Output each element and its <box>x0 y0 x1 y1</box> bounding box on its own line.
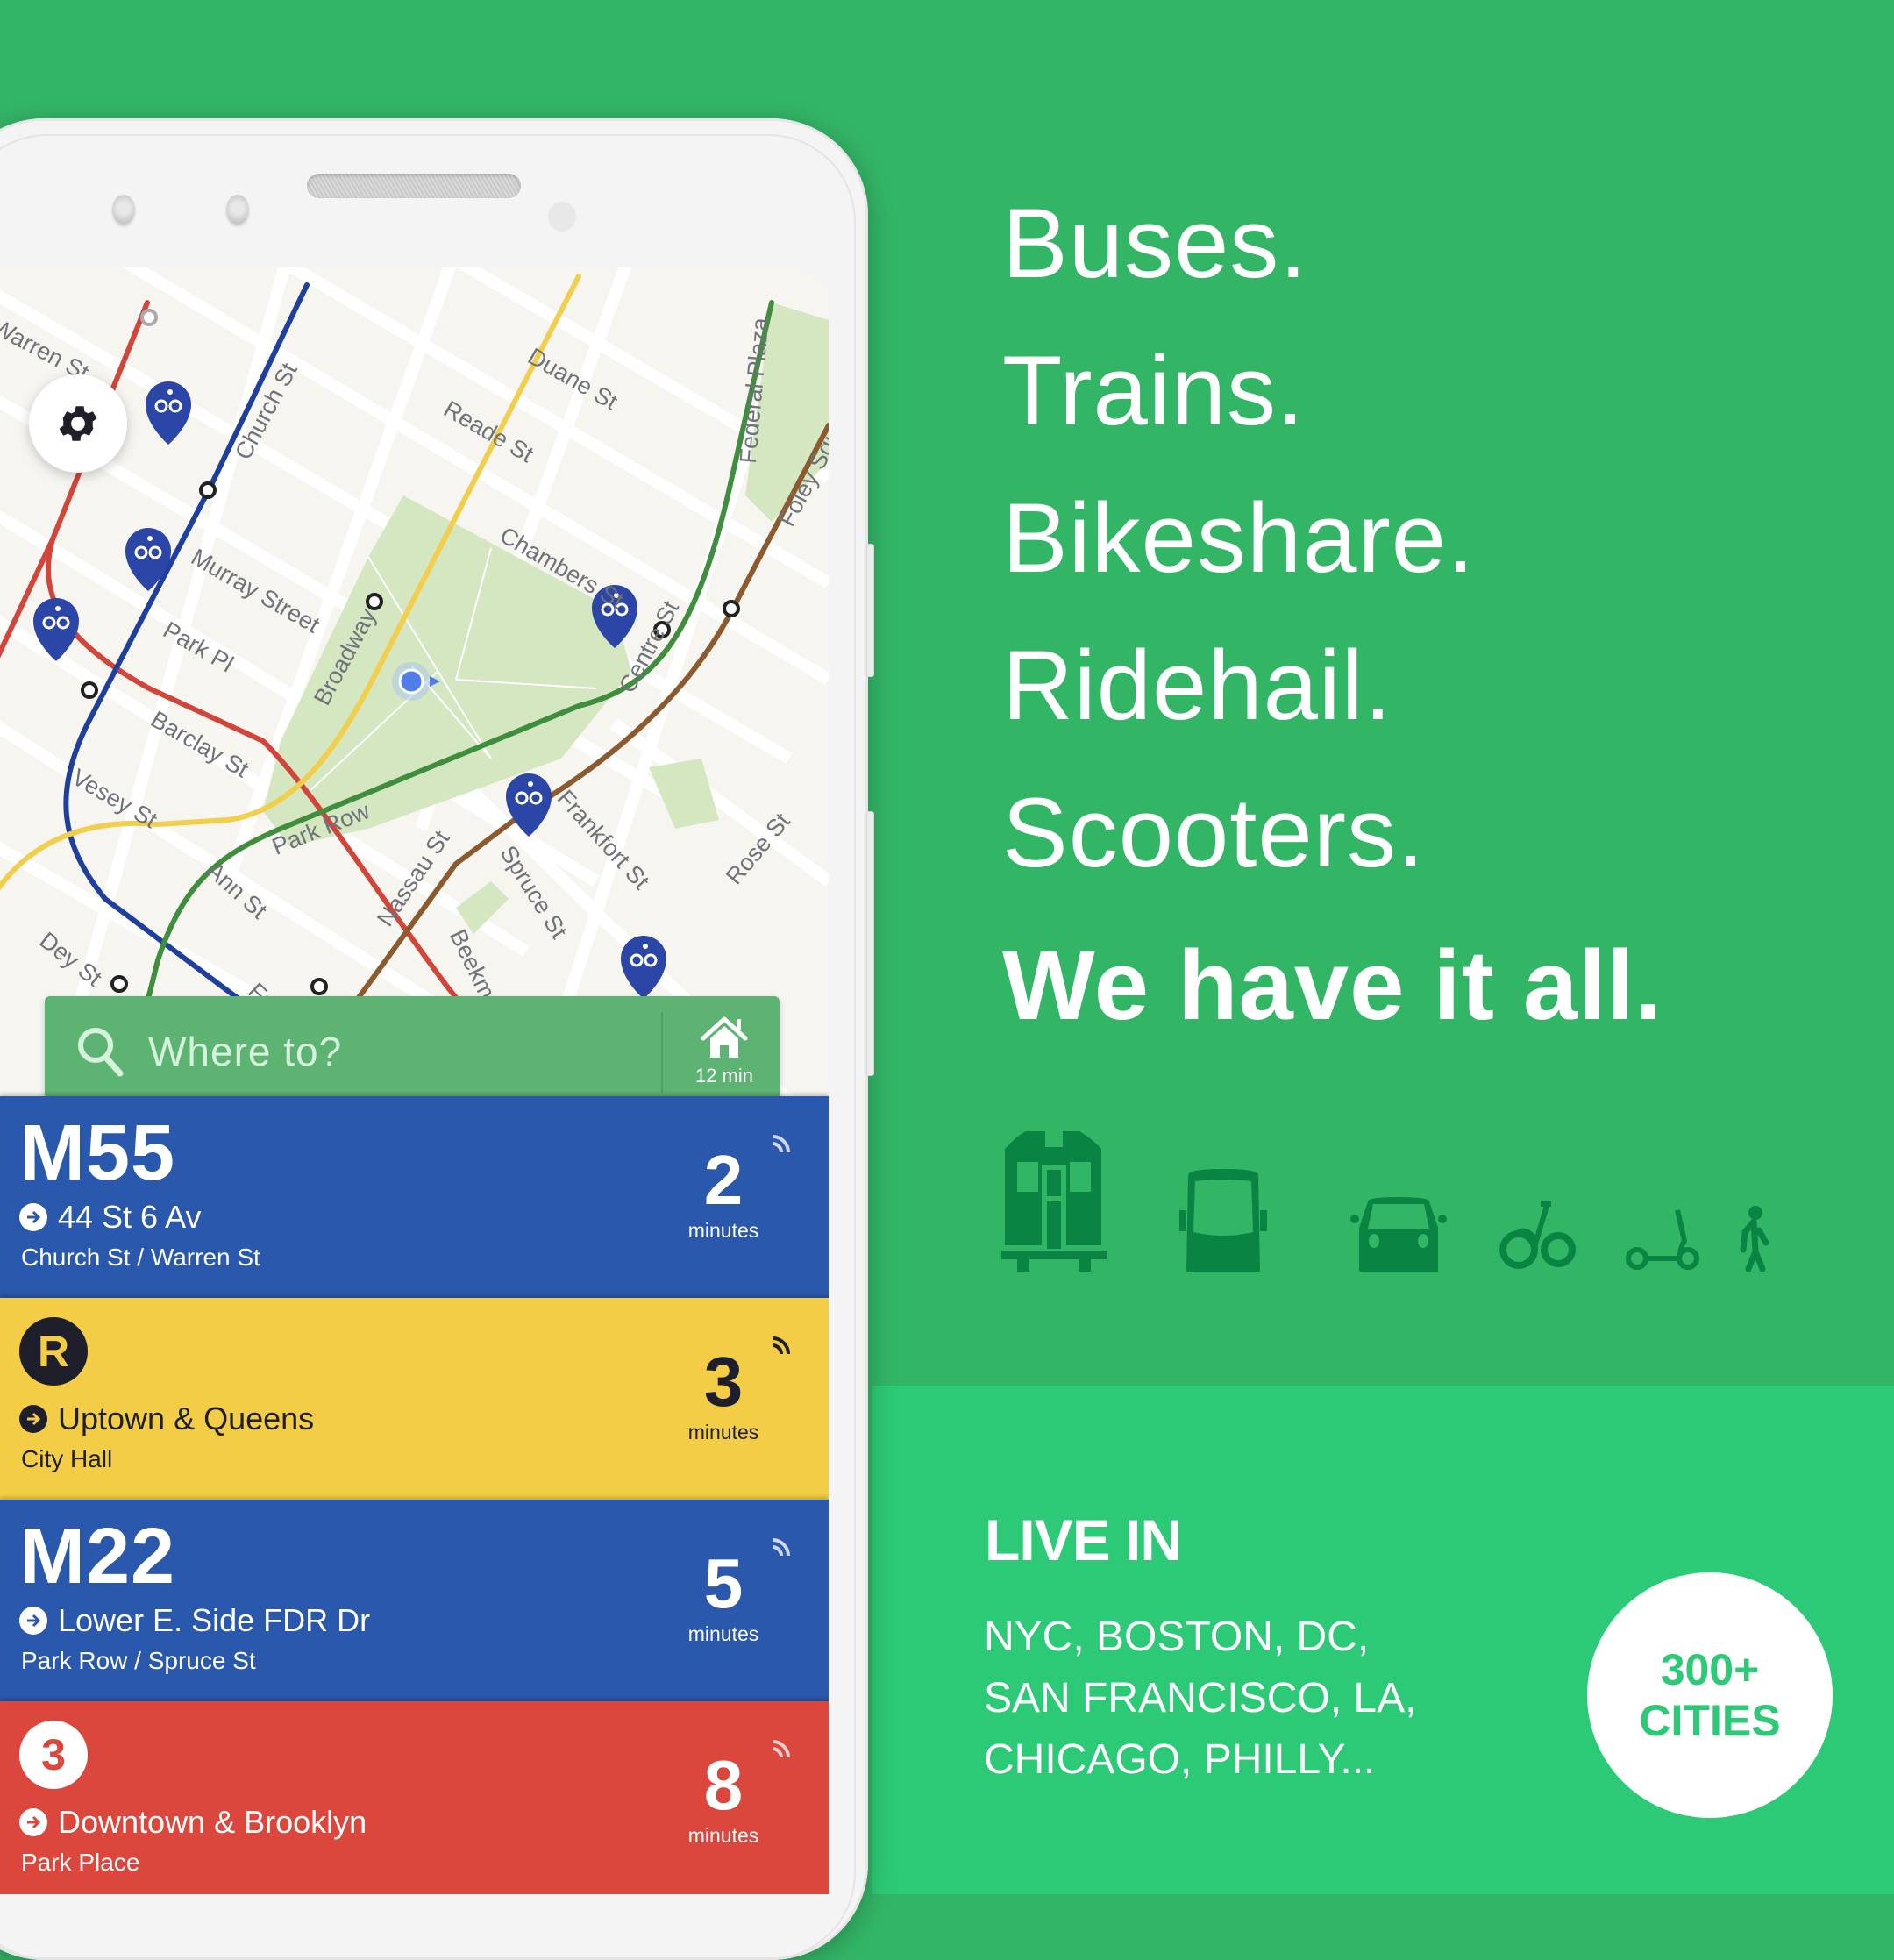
departure-card-3-train[interactable]: 3 Downtown & Brooklyn Park Place 8 minut… <box>0 1701 829 1894</box>
destination-label: Downtown & Brooklyn <box>58 1804 367 1840</box>
direction-arrow-icon <box>19 1203 47 1231</box>
route-name: M55 <box>19 1109 176 1197</box>
cities-line: NYC, BOSTON, DC, <box>984 1614 1370 1660</box>
phone-side-button-upper <box>866 544 874 677</box>
minutes-until: 3 <box>703 1343 744 1421</box>
live-in-title: LIVE IN <box>985 1507 1182 1572</box>
minutes-until: 8 <box>703 1746 744 1824</box>
destination: Uptown & Queens <box>19 1401 314 1436</box>
search-icon <box>78 1028 124 1077</box>
transport-mode-icons <box>1001 1131 1769 1272</box>
minutes-label: minutes <box>687 1421 759 1443</box>
route-badge: R <box>19 1317 88 1386</box>
minutes-label: minutes <box>687 1219 759 1242</box>
minutes-until: 5 <box>703 1544 744 1622</box>
headline-buses: Buses. <box>1002 189 1308 298</box>
phone-sensor-left <box>112 195 135 225</box>
headline-scooters: Scooters. <box>1002 778 1426 887</box>
walking-icon <box>1740 1206 1769 1272</box>
settings-button[interactable] <box>29 374 127 473</box>
cities-count: 300+ <box>1660 1645 1760 1694</box>
stop-name: Park Row / Spruce St <box>21 1647 256 1674</box>
cities-line: SAN FRANCISCO, LA, <box>984 1675 1417 1721</box>
destination: Downtown & Brooklyn <box>19 1805 367 1840</box>
departure-card-m55[interactable]: M55 44 St 6 Av Church St / Warren St 2 m… <box>0 1096 829 1298</box>
home-eta: 12 min <box>694 1065 754 1087</box>
stop-name: City Hall <box>21 1445 113 1472</box>
departure-card-r-train[interactable]: R Uptown & Queens City Hall 3 minutes <box>0 1298 829 1500</box>
train-icon <box>1001 1131 1107 1272</box>
minutes-until: 2 <box>703 1141 744 1219</box>
destination-label: 44 St 6 Av <box>58 1199 202 1235</box>
transit-map[interactable] <box>0 267 829 1101</box>
home-shortcut-button[interactable]: 12 min <box>669 1012 780 1096</box>
minutes-label: minutes <box>687 1622 759 1645</box>
cities-list: NYC, BOSTON, DC, SAN FRANCISCO, LA, CHIC… <box>984 1607 1416 1791</box>
route-name: M22 <box>19 1513 176 1600</box>
car-icon <box>1350 1197 1447 1272</box>
cities-line: CHICAGO, PHILLY... <box>984 1736 1376 1783</box>
destination: 44 St 6 Av <box>19 1200 201 1235</box>
user-location-dot <box>398 668 424 695</box>
search-divider <box>661 1012 663 1093</box>
minutes-label: minutes <box>687 1824 759 1847</box>
app-screen: Warren St Church St Duane St Reade St Fe… <box>0 267 829 1894</box>
direction-arrow-icon <box>19 1607 47 1635</box>
stop-name: Park Place <box>21 1849 140 1876</box>
bus-icon <box>1179 1169 1267 1272</box>
stop-name: Church St / Warren St <box>21 1244 260 1271</box>
scooter-icon <box>1626 1209 1699 1270</box>
search-input[interactable]: Where to? <box>148 1028 342 1075</box>
destination-label: Uptown & Queens <box>58 1401 315 1436</box>
bikeshare-icon <box>1499 1201 1576 1269</box>
headline-bikeshare: Bikeshare. <box>1002 483 1476 593</box>
phone-sensor-right <box>226 195 249 225</box>
destination: Lower E. Side FDR Dr <box>19 1603 370 1638</box>
phone-side-button-lower <box>866 811 874 1076</box>
home-icon <box>701 1016 748 1058</box>
route-badge: 3 <box>19 1721 88 1789</box>
phone-camera <box>548 202 576 232</box>
tagline: We have it all. <box>1002 930 1663 1040</box>
headline-ridehail: Ridehail. <box>1002 631 1392 740</box>
gear-icon <box>59 406 97 441</box>
direction-arrow-icon <box>19 1808 47 1836</box>
cities-count-label: CITIES <box>1639 1696 1781 1745</box>
phone-speaker <box>307 174 521 198</box>
cities-count-badge: 300+ CITIES <box>1587 1572 1833 1818</box>
direction-arrow-icon <box>19 1405 47 1433</box>
headline-trains: Trains. <box>1002 336 1306 445</box>
departure-card-m22[interactable]: M22 Lower E. Side FDR Dr Park Row / Spru… <box>0 1500 829 1701</box>
destination-label: Lower E. Side FDR Dr <box>58 1602 371 1638</box>
search-bar[interactable]: Where to? 12 min <box>45 996 780 1108</box>
